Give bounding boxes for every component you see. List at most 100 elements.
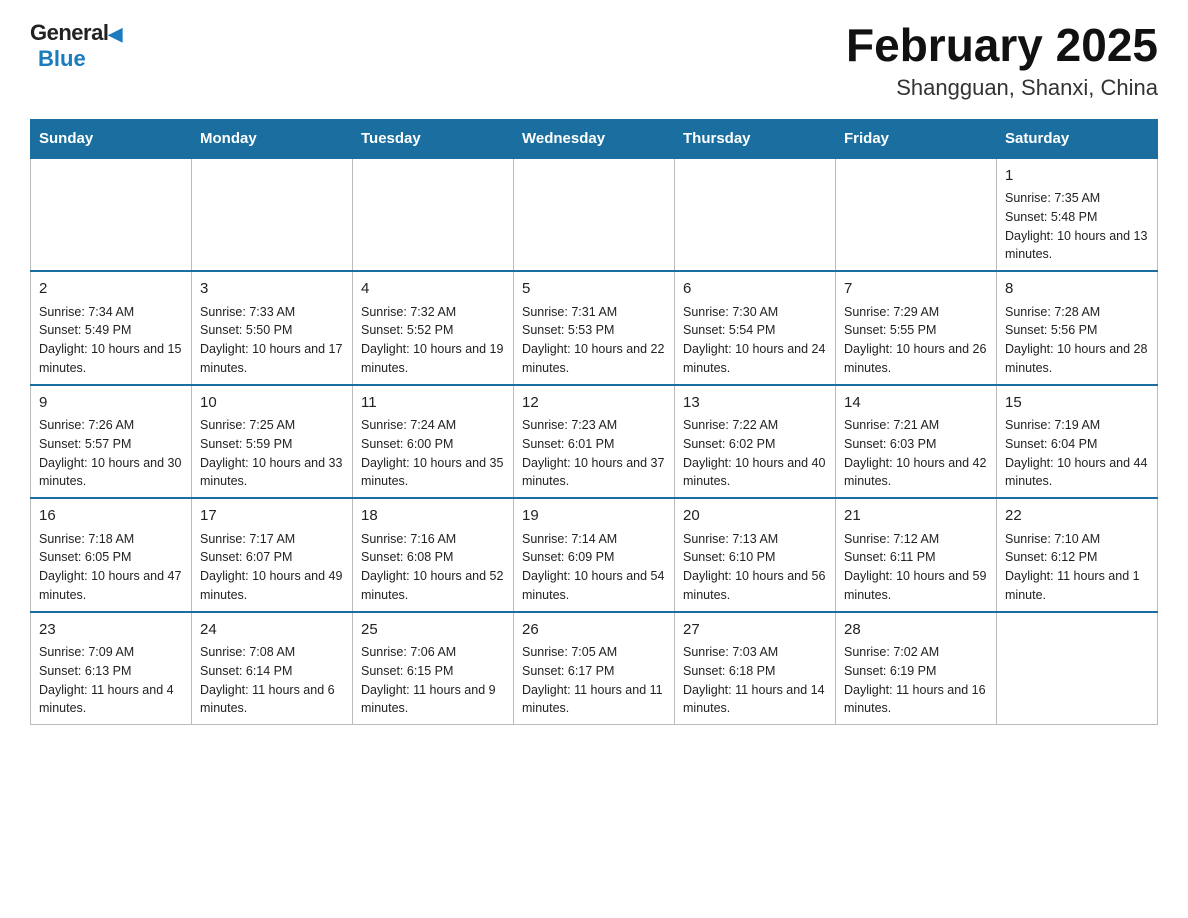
- day-info: Daylight: 10 hours and 30 minutes.: [39, 454, 183, 492]
- calendar-cell: 22Sunrise: 7:10 AMSunset: 6:12 PMDayligh…: [997, 498, 1158, 612]
- day-info: Sunset: 6:01 PM: [522, 435, 666, 454]
- main-title: February 2025: [846, 20, 1158, 71]
- calendar-cell: [31, 158, 192, 272]
- day-info: Sunrise: 7:22 AM: [683, 416, 827, 435]
- day-info: Sunrise: 7:30 AM: [683, 303, 827, 322]
- day-info: Sunrise: 7:09 AM: [39, 643, 183, 662]
- day-info: Sunrise: 7:06 AM: [361, 643, 505, 662]
- day-number: 13: [683, 392, 827, 415]
- calendar-cell: 7Sunrise: 7:29 AMSunset: 5:55 PMDaylight…: [836, 271, 997, 385]
- day-info: Daylight: 11 hours and 1 minute.: [1005, 567, 1149, 605]
- title-block: February 2025 Shangguan, Shanxi, China: [846, 20, 1158, 101]
- calendar-cell: [353, 158, 514, 272]
- day-number: 3: [200, 278, 344, 301]
- logo-blue-text: Blue: [38, 46, 86, 72]
- day-info: Sunset: 6:03 PM: [844, 435, 988, 454]
- day-info: Sunset: 5:56 PM: [1005, 321, 1149, 340]
- day-info: Sunrise: 7:24 AM: [361, 416, 505, 435]
- day-number: 21: [844, 505, 988, 528]
- calendar-week-row: 1Sunrise: 7:35 AMSunset: 5:48 PMDaylight…: [31, 158, 1158, 272]
- day-number: 22: [1005, 505, 1149, 528]
- day-info: Sunrise: 7:18 AM: [39, 530, 183, 549]
- calendar-week-row: 16Sunrise: 7:18 AMSunset: 6:05 PMDayligh…: [31, 498, 1158, 612]
- day-info: Daylight: 10 hours and 52 minutes.: [361, 567, 505, 605]
- day-info: Sunset: 6:05 PM: [39, 548, 183, 567]
- day-info: Sunrise: 7:14 AM: [522, 530, 666, 549]
- calendar-cell: 17Sunrise: 7:17 AMSunset: 6:07 PMDayligh…: [192, 498, 353, 612]
- day-info: Sunset: 6:04 PM: [1005, 435, 1149, 454]
- day-number: 2: [39, 278, 183, 301]
- day-info: Daylight: 11 hours and 9 minutes.: [361, 681, 505, 719]
- day-info: Sunrise: 7:21 AM: [844, 416, 988, 435]
- day-info: Sunrise: 7:33 AM: [200, 303, 344, 322]
- logo-general-text: General◀: [30, 20, 122, 46]
- header-sunday: Sunday: [31, 119, 192, 158]
- day-info: Sunrise: 7:35 AM: [1005, 189, 1149, 208]
- day-info: Daylight: 10 hours and 26 minutes.: [844, 340, 988, 378]
- day-number: 7: [844, 278, 988, 301]
- day-info: Sunrise: 7:17 AM: [200, 530, 344, 549]
- day-info: Daylight: 10 hours and 37 minutes.: [522, 454, 666, 492]
- day-info: Daylight: 10 hours and 17 minutes.: [200, 340, 344, 378]
- day-number: 23: [39, 619, 183, 642]
- calendar-table: Sunday Monday Tuesday Wednesday Thursday…: [30, 119, 1158, 726]
- day-number: 6: [683, 278, 827, 301]
- day-info: Sunset: 5:53 PM: [522, 321, 666, 340]
- calendar-cell: [514, 158, 675, 272]
- header-friday: Friday: [836, 119, 997, 158]
- day-number: 15: [1005, 392, 1149, 415]
- day-number: 9: [39, 392, 183, 415]
- day-info: Daylight: 11 hours and 14 minutes.: [683, 681, 827, 719]
- day-info: Daylight: 10 hours and 56 minutes.: [683, 567, 827, 605]
- day-info: Sunset: 6:15 PM: [361, 662, 505, 681]
- header-saturday: Saturday: [997, 119, 1158, 158]
- day-info: Sunrise: 7:05 AM: [522, 643, 666, 662]
- day-info: Sunrise: 7:02 AM: [844, 643, 988, 662]
- day-info: Daylight: 11 hours and 4 minutes.: [39, 681, 183, 719]
- calendar-cell: 25Sunrise: 7:06 AMSunset: 6:15 PMDayligh…: [353, 612, 514, 725]
- day-number: 17: [200, 505, 344, 528]
- day-number: 28: [844, 619, 988, 642]
- day-info: Sunset: 5:54 PM: [683, 321, 827, 340]
- day-info: Daylight: 11 hours and 11 minutes.: [522, 681, 666, 719]
- calendar-cell: 24Sunrise: 7:08 AMSunset: 6:14 PMDayligh…: [192, 612, 353, 725]
- header-row: Sunday Monday Tuesday Wednesday Thursday…: [31, 119, 1158, 158]
- logo: General◀ Blue: [30, 20, 122, 72]
- calendar-cell: 20Sunrise: 7:13 AMSunset: 6:10 PMDayligh…: [675, 498, 836, 612]
- day-info: Sunrise: 7:03 AM: [683, 643, 827, 662]
- day-info: Daylight: 10 hours and 47 minutes.: [39, 567, 183, 605]
- day-info: Sunrise: 7:13 AM: [683, 530, 827, 549]
- day-info: Sunset: 6:13 PM: [39, 662, 183, 681]
- calendar-cell: 23Sunrise: 7:09 AMSunset: 6:13 PMDayligh…: [31, 612, 192, 725]
- day-info: Sunrise: 7:08 AM: [200, 643, 344, 662]
- calendar-cell: 12Sunrise: 7:23 AMSunset: 6:01 PMDayligh…: [514, 385, 675, 499]
- day-info: Daylight: 11 hours and 16 minutes.: [844, 681, 988, 719]
- day-info: Sunset: 6:17 PM: [522, 662, 666, 681]
- day-info: Sunset: 6:19 PM: [844, 662, 988, 681]
- calendar-cell: 19Sunrise: 7:14 AMSunset: 6:09 PMDayligh…: [514, 498, 675, 612]
- day-info: Sunset: 5:49 PM: [39, 321, 183, 340]
- calendar-cell: 28Sunrise: 7:02 AMSunset: 6:19 PMDayligh…: [836, 612, 997, 725]
- day-info: Sunrise: 7:12 AM: [844, 530, 988, 549]
- day-info: Sunset: 5:48 PM: [1005, 208, 1149, 227]
- day-number: 16: [39, 505, 183, 528]
- day-info: Sunset: 6:12 PM: [1005, 548, 1149, 567]
- day-number: 1: [1005, 165, 1149, 188]
- day-number: 12: [522, 392, 666, 415]
- page-header: General◀ Blue February 2025 Shangguan, S…: [30, 20, 1158, 101]
- calendar-week-row: 23Sunrise: 7:09 AMSunset: 6:13 PMDayligh…: [31, 612, 1158, 725]
- header-wednesday: Wednesday: [514, 119, 675, 158]
- day-info: Daylight: 11 hours and 6 minutes.: [200, 681, 344, 719]
- day-info: Daylight: 10 hours and 13 minutes.: [1005, 227, 1149, 265]
- calendar-cell: 9Sunrise: 7:26 AMSunset: 5:57 PMDaylight…: [31, 385, 192, 499]
- subtitle: Shangguan, Shanxi, China: [846, 75, 1158, 101]
- day-number: 25: [361, 619, 505, 642]
- day-info: Daylight: 10 hours and 59 minutes.: [844, 567, 988, 605]
- calendar-cell: 6Sunrise: 7:30 AMSunset: 5:54 PMDaylight…: [675, 271, 836, 385]
- calendar-cell: 10Sunrise: 7:25 AMSunset: 5:59 PMDayligh…: [192, 385, 353, 499]
- day-info: Sunset: 6:00 PM: [361, 435, 505, 454]
- day-number: 26: [522, 619, 666, 642]
- day-number: 8: [1005, 278, 1149, 301]
- calendar-week-row: 2Sunrise: 7:34 AMSunset: 5:49 PMDaylight…: [31, 271, 1158, 385]
- day-info: Sunset: 6:08 PM: [361, 548, 505, 567]
